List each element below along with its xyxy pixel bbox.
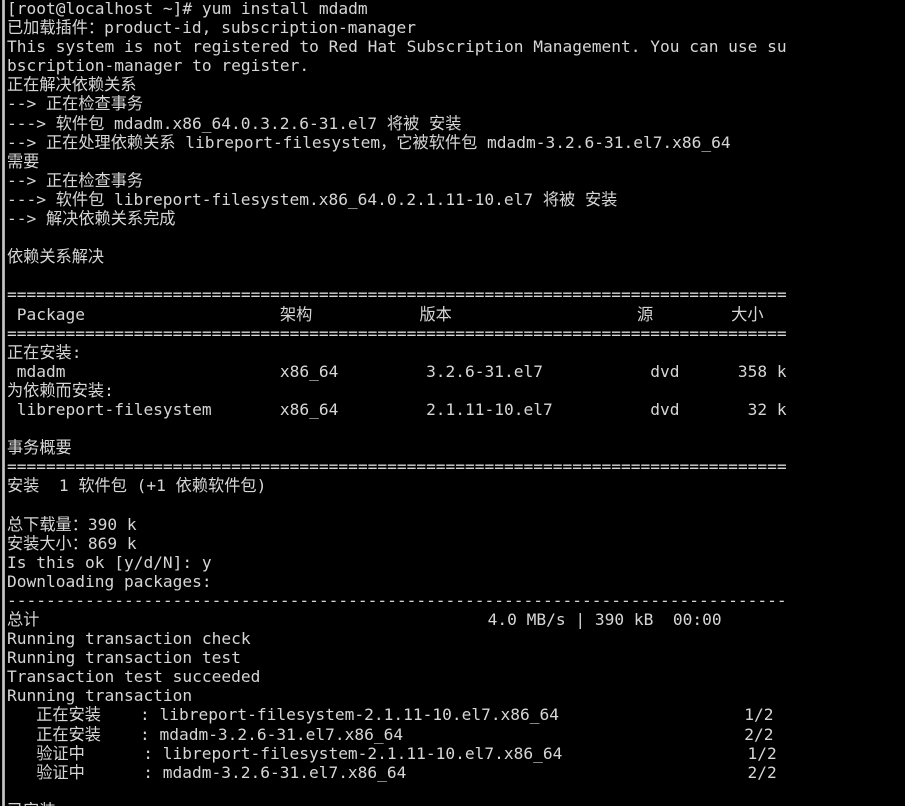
terminal-line: 总计 4.0 MB/s | 390 kB 00:00 [7, 610, 722, 629]
terminal-line: --> 正在处理依赖关系 libreport-filesystem，它被软件包 … [7, 132, 731, 152]
terminal-line: Transaction test succeeded [7, 667, 261, 687]
terminal-line: 验证中 : mdadm-3.2.6-31.el7.x86_64 2/2 [7, 762, 777, 782]
terminal-line: 验证中 : libreport-filesystem-2.1.11-10.el7… [7, 743, 777, 763]
terminal-line: Package 架构 版本 源 大小 [7, 304, 764, 324]
terminal-line: ========================================… [7, 323, 787, 343]
terminal-line: [root@localhost ~]# yum install mdadm [7, 0, 368, 18]
terminal-line: 事务概要 [7, 438, 72, 458]
terminal-line: mdadm x86_64 3.2.6-31.el7 dvd 358 k [7, 361, 787, 381]
terminal-line: 为依赖而安装: [7, 380, 114, 400]
terminal-line: 安装大小：869 k [7, 533, 137, 553]
terminal-line: Running transaction check [7, 629, 251, 649]
terminal-line: --> 正在检查事务 [7, 94, 144, 114]
terminal-window[interactable]: 错误：无须任何处理[root@localhost ~]# yum install… [0, 0, 905, 806]
terminal-line: Running transaction test [7, 648, 241, 668]
terminal-line: 正在安装 : mdadm-3.2.6-31.el7.x86_64 2/2 [7, 724, 774, 744]
terminal-line: --> 正在检查事务 [7, 170, 144, 190]
terminal-line: ----------------------------------------… [7, 590, 787, 610]
terminal-line: 正在解决依赖关系 [7, 75, 137, 95]
terminal-line: 安装 1 软件包 (+1 依赖软件包) [7, 476, 267, 496]
terminal-line: 依赖关系解决 [7, 247, 105, 267]
window-left-edge [2, 0, 5, 806]
terminal-line: This system is not registered to Red Hat… [7, 37, 787, 57]
terminal-line: 需要 [7, 151, 40, 171]
terminal-line: Is this ok [y/d/N]: y [7, 552, 212, 572]
terminal-line: libreport-filesystem x86_64 2.1.11-10.el… [7, 399, 787, 419]
terminal-line: 正在安装: [7, 342, 82, 362]
terminal-line: 已安装: [0, 801, 905, 806]
terminal-line: Downloading packages: [7, 571, 212, 591]
terminal-line: ---> 软件包 libreport-filesystem.x86_64.0.2… [7, 189, 618, 209]
terminal-screen[interactable]: 错误：无须任何处理[root@localhost ~]# yum install… [0, 0, 905, 806]
terminal-line: ========================================… [7, 457, 787, 477]
terminal-line: --> 解决依赖关系完成 [7, 209, 176, 229]
terminal-line: 正在安装 : libreport-filesystem-2.1.11-10.el… [7, 705, 774, 725]
terminal-line: Running transaction [7, 686, 193, 706]
terminal-line: 已加载插件：product-id, subscription-manager [7, 18, 416, 38]
terminal-line: ========================================… [7, 285, 787, 305]
terminal-line: ---> 软件包 mdadm.x86_64.0.3.2.6-31.el7 将被 … [7, 113, 462, 133]
terminal-line: bscription-manager to register. [7, 56, 310, 76]
terminal-line: 总下载量：390 k [7, 514, 137, 534]
